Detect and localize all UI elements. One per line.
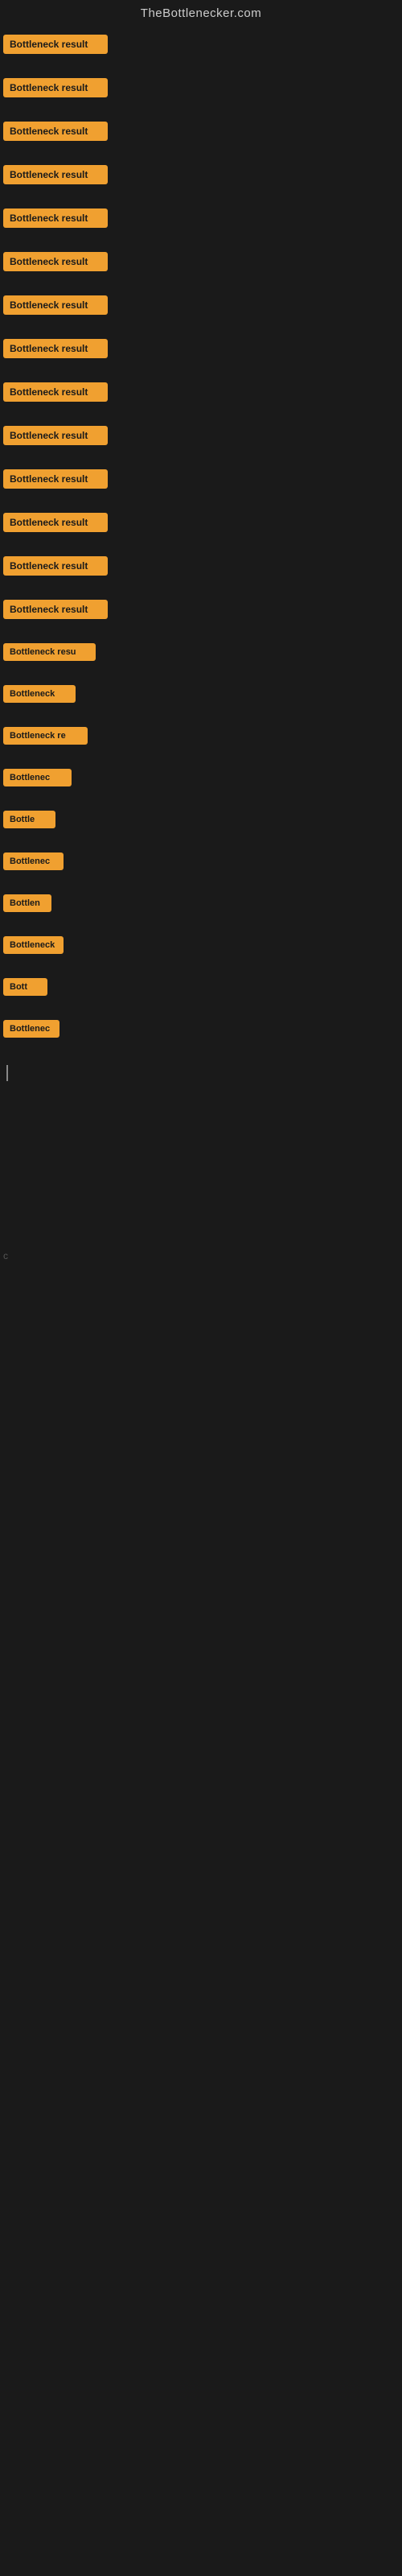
bottleneck-item-8[interactable]: Bottleneck result: [0, 334, 402, 363]
separator-11: [0, 493, 402, 508]
bottleneck-list: Bottleneck result Bottleneck result Bottle…: [0, 30, 402, 1057]
bottleneck-badge-22[interactable]: Bottleneck: [3, 936, 64, 954]
site-header: TheBottlenecker.com: [0, 0, 402, 30]
bottleneck-item-2[interactable]: Bottleneck result: [0, 73, 402, 102]
bottleneck-badge-13[interactable]: Bottleneck result: [3, 556, 108, 576]
bottleneck-badge-17[interactable]: Bottleneck re: [3, 727, 88, 745]
separator-9: [0, 407, 402, 421]
separator-6: [0, 276, 402, 291]
empty-space-2: [0, 1261, 402, 1583]
separator-19: [0, 833, 402, 848]
separator-2: [0, 102, 402, 117]
separator-20: [0, 875, 402, 890]
bottleneck-item-15[interactable]: Bottleneck resu: [0, 638, 402, 666]
bottleneck-item-14[interactable]: Bottleneck result: [0, 595, 402, 624]
separator-18: [0, 791, 402, 806]
bottleneck-item-10[interactable]: Bottleneck result: [0, 421, 402, 450]
separator-4: [0, 189, 402, 204]
bottleneck-item-4[interactable]: Bottleneck result: [0, 160, 402, 189]
bottleneck-badge-11[interactable]: Bottleneck result: [3, 469, 108, 489]
bottleneck-badge-18[interactable]: Bottlenec: [3, 769, 72, 786]
bottleneck-badge-9[interactable]: Bottleneck result: [3, 382, 108, 402]
bottleneck-item-18[interactable]: Bottlenec: [0, 764, 402, 791]
separator-8: [0, 363, 402, 378]
bottleneck-item-3[interactable]: Bottleneck result: [0, 117, 402, 146]
bottleneck-badge-16[interactable]: Bottleneck: [3, 685, 76, 703]
separator-22: [0, 959, 402, 973]
bottleneck-item-1[interactable]: Bottleneck result: [0, 30, 402, 59]
bottleneck-badge-20[interactable]: Bottlenec: [3, 852, 64, 870]
separator-13: [0, 580, 402, 595]
bottleneck-item-12[interactable]: Bottleneck result: [0, 508, 402, 537]
separator-16: [0, 708, 402, 722]
separator-10: [0, 450, 402, 464]
bottleneck-item-7[interactable]: Bottleneck result: [0, 291, 402, 320]
separator-14: [0, 624, 402, 638]
separator-17: [0, 749, 402, 764]
bottleneck-item-9[interactable]: Bottleneck result: [0, 378, 402, 407]
bottleneck-item-5[interactable]: Bottleneck result: [0, 204, 402, 233]
bottleneck-badge-3[interactable]: Bottleneck result: [3, 122, 108, 141]
bottleneck-badge-8[interactable]: Bottleneck result: [3, 339, 108, 358]
bottleneck-badge-24[interactable]: Bottlenec: [3, 1020, 59, 1038]
bottleneck-item-22[interactable]: Bottleneck: [0, 931, 402, 959]
separator-24: [0, 1042, 402, 1057]
bottleneck-item-21[interactable]: Bottlen: [0, 890, 402, 917]
bottleneck-item-19[interactable]: Bottle: [0, 806, 402, 833]
bottleneck-badge-4[interactable]: Bottleneck result: [3, 165, 108, 184]
bottleneck-item-11[interactable]: Bottleneck result: [0, 464, 402, 493]
empty-space-1: [0, 1081, 402, 1242]
separator-23: [0, 1001, 402, 1015]
separator-1: [0, 59, 402, 73]
bottleneck-item-20[interactable]: Bottlenec: [0, 848, 402, 875]
separator-7: [0, 320, 402, 334]
bottleneck-badge-14[interactable]: Bottleneck result: [3, 600, 108, 619]
bottleneck-badge-23[interactable]: Bott: [3, 978, 47, 996]
bottleneck-badge-12[interactable]: Bottleneck result: [3, 513, 108, 532]
cursor-area: [0, 1065, 402, 1081]
text-cursor: [6, 1065, 8, 1081]
bottleneck-item-23[interactable]: Bott: [0, 973, 402, 1001]
bottleneck-badge-2[interactable]: Bottleneck result: [3, 78, 108, 97]
bottleneck-badge-5[interactable]: Bottleneck result: [3, 208, 108, 228]
separator-15: [0, 666, 402, 680]
bottleneck-badge-21[interactable]: Bottlen: [3, 894, 51, 912]
bottleneck-item-17[interactable]: Bottleneck re: [0, 722, 402, 749]
separator-21: [0, 917, 402, 931]
bottleneck-badge-19[interactable]: Bottle: [3, 811, 55, 828]
bottleneck-item-6[interactable]: Bottleneck result: [0, 247, 402, 276]
separator-5: [0, 233, 402, 247]
separator-12: [0, 537, 402, 551]
bottleneck-badge-6[interactable]: Bottleneck result: [3, 252, 108, 271]
bottleneck-badge-1[interactable]: Bottleneck result: [3, 35, 108, 54]
bottleneck-badge-15[interactable]: Bottleneck resu: [3, 643, 96, 661]
bottom-char-display: c: [0, 1250, 402, 1261]
site-title: TheBottlenecker.com: [141, 6, 261, 20]
bottleneck-item-13[interactable]: Bottleneck result: [0, 551, 402, 580]
bottleneck-item-16[interactable]: Bottleneck: [0, 680, 402, 708]
bottleneck-badge-10[interactable]: Bottleneck result: [3, 426, 108, 445]
separator-3: [0, 146, 402, 160]
bottom-char-text: c: [3, 1250, 8, 1261]
bottleneck-badge-7[interactable]: Bottleneck result: [3, 295, 108, 315]
bottleneck-item-24[interactable]: Bottlenec: [0, 1015, 402, 1042]
